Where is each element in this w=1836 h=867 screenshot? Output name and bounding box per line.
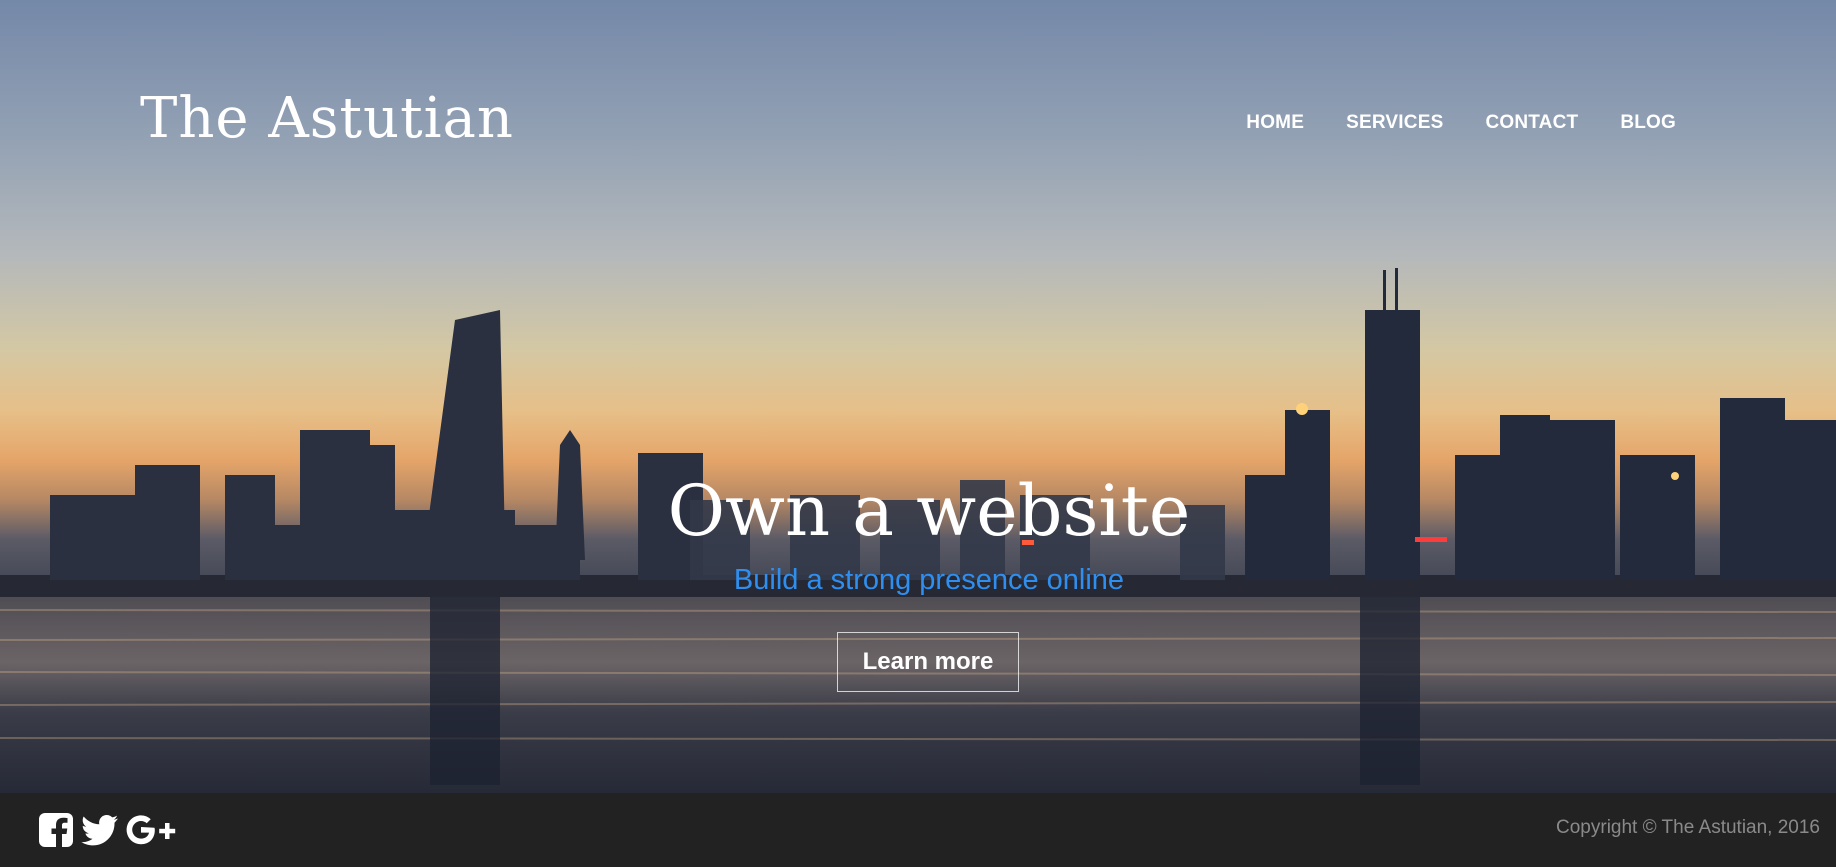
main-navigation: HOME SERVICES CONTACT BLOG xyxy=(1246,112,1676,134)
social-links xyxy=(38,812,180,853)
google-plus-icon[interactable] xyxy=(126,812,180,853)
copyright-text: Copyright © The Astutian, 2016 xyxy=(1556,817,1820,838)
learn-more-button[interactable]: Learn more xyxy=(837,632,1019,692)
nav-home[interactable]: HOME xyxy=(1246,112,1304,134)
hero-headline: Own a website xyxy=(667,470,1191,552)
hero-banner: The Astutian HOME SERVICES CONTACT BLOG … xyxy=(0,0,1836,793)
nav-blog[interactable]: BLOG xyxy=(1620,112,1676,134)
twitter-icon[interactable] xyxy=(80,812,120,853)
facebook-icon[interactable] xyxy=(38,812,74,853)
site-logo[interactable]: The Astutian xyxy=(140,86,514,151)
hero-subheadline: Build a strong presence online xyxy=(733,564,1125,596)
nav-services[interactable]: SERVICES xyxy=(1346,112,1443,134)
nav-contact[interactable]: CONTACT xyxy=(1485,112,1578,134)
